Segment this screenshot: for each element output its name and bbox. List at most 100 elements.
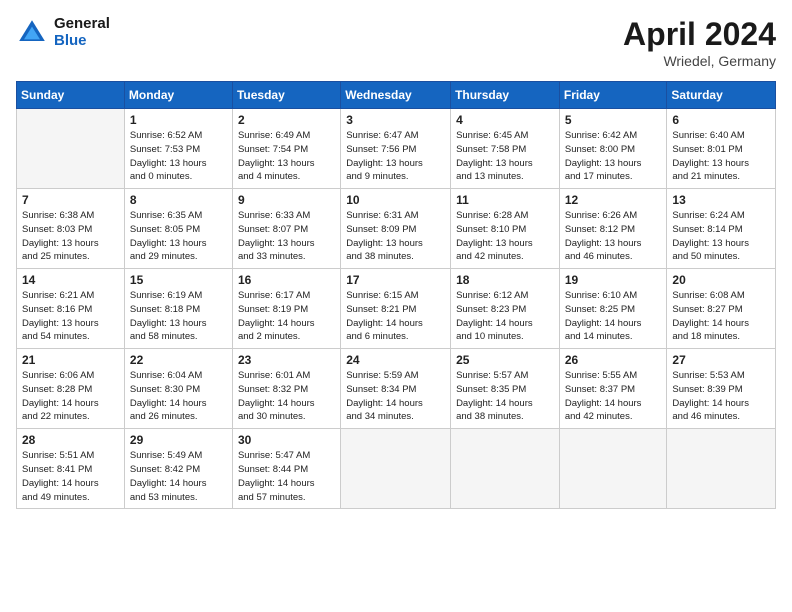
day-info: Sunrise: 6:49 AM Sunset: 7:54 PM Dayligh… xyxy=(238,129,335,184)
day-number: 11 xyxy=(456,193,554,207)
calendar-day-cell: 16 Sunrise: 6:17 AM Sunset: 8:19 PM Dayli… xyxy=(232,269,340,349)
calendar-day-cell: 26 Sunrise: 5:55 AM Sunset: 8:37 PM Dayli… xyxy=(559,349,667,429)
day-number: 7 xyxy=(22,193,119,207)
calendar-day-cell: 25Sunrise: 5:57 AM Sunset: 8:35 PM Dayli… xyxy=(451,349,560,429)
calendar-week-row: 7 Sunrise: 6:38 AM Sunset: 8:03 PM Daylig… xyxy=(17,189,776,269)
day-info: Sunrise: 6:33 AM Sunset: 8:07 PM Dayligh… xyxy=(238,209,335,264)
day-info: Sunrise: 6:17 AM Sunset: 8:19 PM Dayligh… xyxy=(238,289,335,344)
calendar-day-cell: 7 Sunrise: 6:38 AM Sunset: 8:03 PM Daylig… xyxy=(17,189,125,269)
day-info: Sunrise: 6:24 AM Sunset: 8:14 PM Dayligh… xyxy=(672,209,770,264)
day-info: Sunrise: 6:38 AM Sunset: 8:03 PM Dayligh… xyxy=(22,209,119,264)
day-number: 26 xyxy=(565,353,662,367)
day-number: 28 xyxy=(22,433,119,447)
day-info: Sunrise: 6:06 AM Sunset: 8:28 PM Dayligh… xyxy=(22,369,119,424)
title-area: April 2024 Wriedel, Germany xyxy=(623,16,776,69)
day-info: Sunrise: 5:59 AM Sunset: 8:34 PM Dayligh… xyxy=(346,369,445,424)
day-info: Sunrise: 6:35 AM Sunset: 8:05 PM Dayligh… xyxy=(130,209,227,264)
day-number: 2 xyxy=(238,113,335,127)
calendar-day-cell: 12 Sunrise: 6:26 AM Sunset: 8:12 PM Dayli… xyxy=(559,189,667,269)
calendar-day-cell xyxy=(341,429,451,509)
logo-text: General Blue xyxy=(54,16,110,49)
day-of-week-header: Friday xyxy=(559,82,667,109)
calendar-day-cell: 28 Sunrise: 5:51 AM Sunset: 8:41 PM Dayli… xyxy=(17,429,125,509)
day-info: Sunrise: 6:26 AM Sunset: 8:12 PM Dayligh… xyxy=(565,209,662,264)
day-number: 15 xyxy=(130,273,227,287)
day-number: 13 xyxy=(672,193,770,207)
page-container: General Blue April 2024 Wriedel, Germany… xyxy=(0,0,792,525)
day-number: 3 xyxy=(346,113,445,127)
header: General Blue April 2024 Wriedel, Germany xyxy=(16,16,776,69)
day-of-week-header: Thursday xyxy=(451,82,560,109)
calendar-day-cell: 22Sunrise: 6:04 AM Sunset: 8:30 PM Dayli… xyxy=(124,349,232,429)
day-info: Sunrise: 6:15 AM Sunset: 8:21 PM Dayligh… xyxy=(346,289,445,344)
calendar-day-cell xyxy=(559,429,667,509)
day-info: Sunrise: 6:19 AM Sunset: 8:18 PM Dayligh… xyxy=(130,289,227,344)
day-info: Sunrise: 5:51 AM Sunset: 8:41 PM Dayligh… xyxy=(22,449,119,504)
calendar-day-cell: 11 Sunrise: 6:28 AM Sunset: 8:10 PM Dayli… xyxy=(451,189,560,269)
day-of-week-header: Wednesday xyxy=(341,82,451,109)
day-number: 1 xyxy=(130,113,227,127)
calendar-week-row: 14Sunrise: 6:21 AM Sunset: 8:16 PM Dayli… xyxy=(17,269,776,349)
calendar-day-cell: 27 Sunrise: 5:53 AM Sunset: 8:39 PM Dayli… xyxy=(667,349,776,429)
calendar-day-cell: 29 Sunrise: 5:49 AM Sunset: 8:42 PM Dayli… xyxy=(124,429,232,509)
calendar-day-cell: 4Sunrise: 6:45 AM Sunset: 7:58 PM Daylig… xyxy=(451,109,560,189)
day-info: Sunrise: 5:55 AM Sunset: 8:37 PM Dayligh… xyxy=(565,369,662,424)
day-info: Sunrise: 6:47 AM Sunset: 7:56 PM Dayligh… xyxy=(346,129,445,184)
day-info: Sunrise: 6:31 AM Sunset: 8:09 PM Dayligh… xyxy=(346,209,445,264)
day-info: Sunrise: 6:28 AM Sunset: 8:10 PM Dayligh… xyxy=(456,209,554,264)
day-info: Sunrise: 5:49 AM Sunset: 8:42 PM Dayligh… xyxy=(130,449,227,504)
day-number: 12 xyxy=(565,193,662,207)
calendar-day-cell xyxy=(17,109,125,189)
logo-icon xyxy=(16,17,48,49)
calendar-day-cell: 21Sunrise: 6:06 AM Sunset: 8:28 PM Dayli… xyxy=(17,349,125,429)
day-info: Sunrise: 5:53 AM Sunset: 8:39 PM Dayligh… xyxy=(672,369,770,424)
day-number: 4 xyxy=(456,113,554,127)
day-of-week-header: Saturday xyxy=(667,82,776,109)
calendar-day-cell: 20Sunrise: 6:08 AM Sunset: 8:27 PM Dayli… xyxy=(667,269,776,349)
logo-blue-text: Blue xyxy=(54,33,110,50)
calendar-day-cell: 23Sunrise: 6:01 AM Sunset: 8:32 PM Dayli… xyxy=(232,349,340,429)
day-number: 14 xyxy=(22,273,119,287)
calendar-day-cell: 19 Sunrise: 6:10 AM Sunset: 8:25 PM Dayli… xyxy=(559,269,667,349)
day-info: Sunrise: 6:42 AM Sunset: 8:00 PM Dayligh… xyxy=(565,129,662,184)
day-number: 8 xyxy=(130,193,227,207)
calendar-week-row: 1 Sunrise: 6:52 AM Sunset: 7:53 PM Daylig… xyxy=(17,109,776,189)
calendar-table: SundayMondayTuesdayWednesdayThursdayFrid… xyxy=(16,81,776,509)
calendar-day-cell: 9 Sunrise: 6:33 AM Sunset: 8:07 PM Daylig… xyxy=(232,189,340,269)
day-number: 9 xyxy=(238,193,335,207)
day-number: 10 xyxy=(346,193,445,207)
logo: General Blue xyxy=(16,16,110,49)
calendar-title: April 2024 xyxy=(623,16,776,53)
calendar-day-cell: 15 Sunrise: 6:19 AM Sunset: 8:18 PM Dayli… xyxy=(124,269,232,349)
day-number: 29 xyxy=(130,433,227,447)
day-number: 22 xyxy=(130,353,227,367)
day-info: Sunrise: 6:10 AM Sunset: 8:25 PM Dayligh… xyxy=(565,289,662,344)
calendar-location: Wriedel, Germany xyxy=(623,53,776,69)
day-of-week-header: Tuesday xyxy=(232,82,340,109)
calendar-day-cell: 18Sunrise: 6:12 AM Sunset: 8:23 PM Dayli… xyxy=(451,269,560,349)
day-number: 5 xyxy=(565,113,662,127)
day-number: 24 xyxy=(346,353,445,367)
day-number: 25 xyxy=(456,353,554,367)
day-number: 27 xyxy=(672,353,770,367)
day-number: 17 xyxy=(346,273,445,287)
day-number: 20 xyxy=(672,273,770,287)
day-of-week-header: Sunday xyxy=(17,82,125,109)
calendar-header-row: SundayMondayTuesdayWednesdayThursdayFrid… xyxy=(17,82,776,109)
calendar-day-cell: 30Sunrise: 5:47 AM Sunset: 8:44 PM Dayli… xyxy=(232,429,340,509)
logo-general-text: General xyxy=(54,16,110,33)
calendar-week-row: 21Sunrise: 6:06 AM Sunset: 8:28 PM Dayli… xyxy=(17,349,776,429)
calendar-day-cell xyxy=(667,429,776,509)
calendar-day-cell: 2 Sunrise: 6:49 AM Sunset: 7:54 PM Daylig… xyxy=(232,109,340,189)
day-number: 19 xyxy=(565,273,662,287)
calendar-day-cell: 8 Sunrise: 6:35 AM Sunset: 8:05 PM Daylig… xyxy=(124,189,232,269)
calendar-day-cell: 10 Sunrise: 6:31 AM Sunset: 8:09 PM Dayli… xyxy=(341,189,451,269)
calendar-day-cell: 17 Sunrise: 6:15 AM Sunset: 8:21 PM Dayli… xyxy=(341,269,451,349)
day-number: 16 xyxy=(238,273,335,287)
calendar-day-cell: 6Sunrise: 6:40 AM Sunset: 8:01 PM Daylig… xyxy=(667,109,776,189)
day-info: Sunrise: 6:52 AM Sunset: 7:53 PM Dayligh… xyxy=(130,129,227,184)
day-number: 30 xyxy=(238,433,335,447)
calendar-day-cell: 3 Sunrise: 6:47 AM Sunset: 7:56 PM Daylig… xyxy=(341,109,451,189)
calendar-day-cell: 14Sunrise: 6:21 AM Sunset: 8:16 PM Dayli… xyxy=(17,269,125,349)
day-info: Sunrise: 6:40 AM Sunset: 8:01 PM Dayligh… xyxy=(672,129,770,184)
